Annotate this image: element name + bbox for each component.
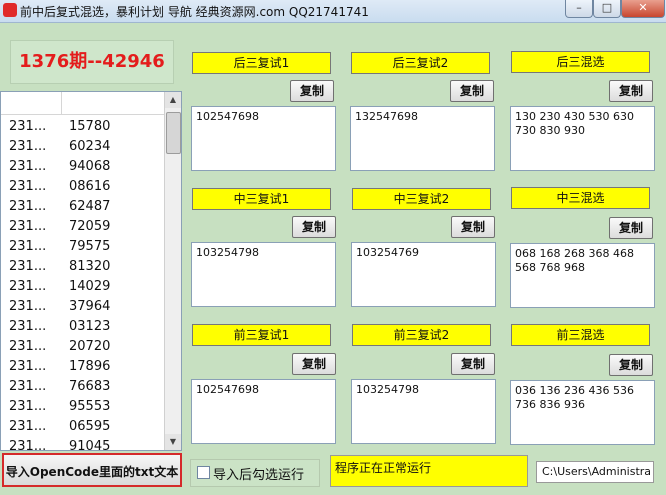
- list-item[interactable]: 231... 94068: [9, 157, 110, 177]
- list-item-issue: 231...: [9, 259, 47, 274]
- list-item[interactable]: 231... 81320: [9, 257, 110, 277]
- list-item-issue: 231...: [9, 159, 47, 174]
- hou3-hunxuan-copy-button[interactable]: 复制: [609, 80, 653, 102]
- list-item[interactable]: 231... 06595: [9, 417, 110, 437]
- list-item-issue: 231...: [9, 379, 47, 394]
- list-rows: 231... 15780 231... 60234 231... 94068 231... 0…: [9, 117, 111, 451]
- list-item-number: 76683: [69, 379, 111, 394]
- hou3-fushi2-textbox[interactable]: 132547698: [350, 106, 495, 171]
- list-item-issue: 231...: [9, 139, 47, 154]
- qian3-hunxuan-label: 前三混选: [511, 324, 650, 346]
- zhong3-fushi2-copy-button[interactable]: 复制: [451, 216, 495, 238]
- list-item-issue: 231...: [9, 179, 47, 194]
- list-item[interactable]: 231... 60234: [9, 137, 110, 157]
- qian3-fushi1-copy-button[interactable]: 复制: [292, 353, 336, 375]
- list-item[interactable]: 231... 72059: [9, 217, 110, 237]
- list-item-number: 15780: [69, 119, 111, 134]
- qian3-fushi2-textbox[interactable]: 103254798: [351, 379, 496, 444]
- list-item-issue: 231...: [9, 219, 47, 234]
- qian3-fushi2-copy-button[interactable]: 复制: [451, 353, 495, 375]
- hou3-fushi1-copy-button[interactable]: 复制: [290, 80, 334, 102]
- auto-run-checkbox[interactable]: [197, 466, 210, 479]
- list-item-issue: 231...: [9, 439, 47, 451]
- zhong3-hunxuan-textbox[interactable]: 068 168 268 368 468 568 768 968: [510, 243, 655, 308]
- close-button[interactable]: ✕: [621, 0, 665, 18]
- hou3-hunxuan-textbox[interactable]: 130 230 430 530 630 730 830 930: [510, 106, 655, 171]
- list-item[interactable]: 231... 20720: [9, 337, 110, 357]
- list-item-number: 62487: [69, 199, 111, 214]
- list-item-issue: 231...: [9, 299, 47, 314]
- list-item-number: 91045: [69, 439, 111, 451]
- list-item-issue: 231...: [9, 359, 47, 374]
- hou3-hunxuan-label: 后三混选: [511, 51, 650, 73]
- auto-run-label: 导入后勾选运行: [213, 468, 305, 483]
- list-item-issue: 231...: [9, 419, 47, 434]
- history-list[interactable]: 231... 15780 231... 60234 231... 94068 231... 0…: [0, 91, 182, 451]
- zhong3-fushi2-label: 中三复试2: [352, 188, 491, 210]
- list-item[interactable]: 231... 79575: [9, 237, 110, 257]
- list-item-issue: 231...: [9, 199, 47, 214]
- zhong3-hunxuan-label: 中三混选: [511, 187, 650, 209]
- hou3-fushi1-label: 后三复试1: [192, 52, 331, 74]
- hou3-fushi2-label: 后三复试2: [351, 52, 490, 74]
- list-item-number: 94068: [69, 159, 111, 174]
- zhong3-fushi1-label: 中三复试1: [192, 188, 331, 210]
- list-item[interactable]: 231... 62487: [9, 197, 110, 217]
- list-item-number: 06595: [69, 419, 111, 434]
- qian3-fushi1-label: 前三复试1: [192, 324, 331, 346]
- period-label: 1376期--42946: [10, 40, 174, 84]
- list-item-number: 79575: [69, 239, 111, 254]
- list-item[interactable]: 231... 03123: [9, 317, 110, 337]
- auto-run-option[interactable]: 导入后勾选运行: [190, 459, 320, 487]
- list-item-number: 17896: [69, 359, 111, 374]
- scroll-down-arrow-icon[interactable]: ▼: [165, 434, 181, 450]
- list-item-issue: 231...: [9, 279, 47, 294]
- zhong3-fushi1-copy-button[interactable]: 复制: [292, 216, 336, 238]
- zhong3-hunxuan-copy-button[interactable]: 复制: [609, 217, 653, 239]
- qian3-fushi2-label: 前三复试2: [352, 324, 491, 346]
- minimize-button[interactable]: –: [565, 0, 593, 18]
- list-item-issue: 231...: [9, 319, 47, 334]
- import-opencode-button[interactable]: 导入OpenCode里面的txt文本: [2, 453, 182, 487]
- list-item-number: 72059: [69, 219, 111, 234]
- list-item[interactable]: 231... 08616: [9, 177, 110, 197]
- title-bar: 前中后复式混选，暴利计划 导航 经典资源网.com QQ21741741 – □…: [0, 0, 666, 23]
- scroll-thumb[interactable]: [166, 112, 181, 154]
- zhong3-fushi2-textbox[interactable]: 103254769: [351, 242, 496, 307]
- qian3-fushi1-textbox[interactable]: 102547698: [191, 379, 336, 444]
- qian3-hunxuan-textbox[interactable]: 036 136 236 436 536 736 836 936: [510, 380, 655, 445]
- list-item-number: 37964: [69, 299, 111, 314]
- list-item-issue: 231...: [9, 339, 47, 354]
- maximize-button[interactable]: □: [593, 0, 621, 18]
- window-title: 前中后复式混选，暴利计划 导航 经典资源网.com QQ21741741: [20, 5, 369, 19]
- list-item-number: 95553: [69, 399, 111, 414]
- list-item-issue: 231...: [9, 399, 47, 414]
- list-item[interactable]: 231... 91045: [9, 437, 111, 451]
- list-item-number: 03123: [69, 319, 111, 334]
- status-field[interactable]: 程序正在正常运行: [330, 455, 528, 487]
- qian3-hunxuan-copy-button[interactable]: 复制: [609, 354, 653, 376]
- list-item[interactable]: 231... 76683: [9, 377, 110, 397]
- app-icon: [3, 3, 17, 17]
- list-item-issue: 231...: [9, 119, 47, 134]
- scrollbar[interactable]: ▲ ▼: [164, 92, 181, 450]
- list-item-number: 14029: [69, 279, 111, 294]
- list-header: [1, 92, 164, 115]
- hou3-fushi1-textbox[interactable]: 102547698: [191, 106, 336, 171]
- list-item[interactable]: 231... 95553: [9, 397, 110, 417]
- list-item-number: 81320: [69, 259, 111, 274]
- path-field[interactable]: C:\Users\Administra: [536, 461, 654, 483]
- list-item-number: 60234: [69, 139, 111, 154]
- list-item[interactable]: 231... 14029: [9, 277, 110, 297]
- list-item-issue: 231...: [9, 239, 47, 254]
- zhong3-fushi1-textbox[interactable]: 103254798: [191, 242, 336, 307]
- list-item-number: 08616: [69, 179, 111, 194]
- list-item[interactable]: 231... 17896: [9, 357, 110, 377]
- hou3-fushi2-copy-button[interactable]: 复制: [450, 80, 494, 102]
- list-item[interactable]: 231... 37964: [9, 297, 110, 317]
- list-item-number: 20720: [69, 339, 111, 354]
- scroll-up-arrow-icon[interactable]: ▲: [165, 92, 181, 108]
- list-item[interactable]: 231... 15780: [9, 117, 110, 137]
